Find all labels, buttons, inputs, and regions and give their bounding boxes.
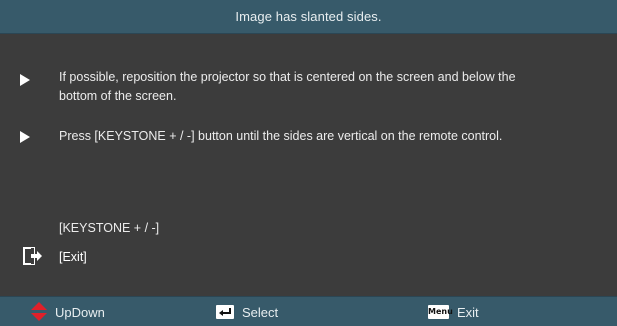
footer-updown: UpDown [31, 297, 105, 326]
instruction-1-line-2: bottom of the screen. [59, 89, 177, 103]
instruction-1-line-1: If possible, reposition the projector so… [59, 70, 516, 84]
menu-key-icon: Menu [428, 305, 453, 319]
instruction-1: If possible, reposition the projector so… [59, 68, 604, 106]
exit-menu-item[interactable]: [Exit] [59, 248, 87, 266]
enter-key-icon [216, 305, 234, 319]
instruction-2: Press [KEYSTONE + / -] button until the … [59, 127, 604, 146]
footer-select: Select [216, 297, 278, 326]
bullet-arrow-icon [20, 131, 30, 143]
footer-hint-bar: UpDown Select Menu Exit [0, 296, 617, 326]
keystone-menu-item[interactable]: [KEYSTONE + / -] [59, 219, 159, 237]
up-down-arrows-icon [31, 302, 47, 321]
instruction-2-line-1: Press [KEYSTONE + / -] button until the … [59, 129, 503, 143]
keystone-help-dialog: Image has slanted sides. If possible, re… [0, 0, 617, 326]
footer-select-label: Select [242, 304, 279, 320]
bullet-arrow-icon [20, 74, 30, 86]
dialog-title: Image has slanted sides. [235, 9, 382, 24]
title-bar: Image has slanted sides. [0, 0, 617, 34]
exit-arrow-icon [23, 247, 42, 265]
dialog-content: If possible, reposition the projector so… [0, 34, 617, 296]
footer-updown-label: UpDown [55, 304, 105, 320]
footer-exit: Menu Exit [428, 297, 479, 326]
footer-exit-label: Exit [457, 304, 479, 320]
